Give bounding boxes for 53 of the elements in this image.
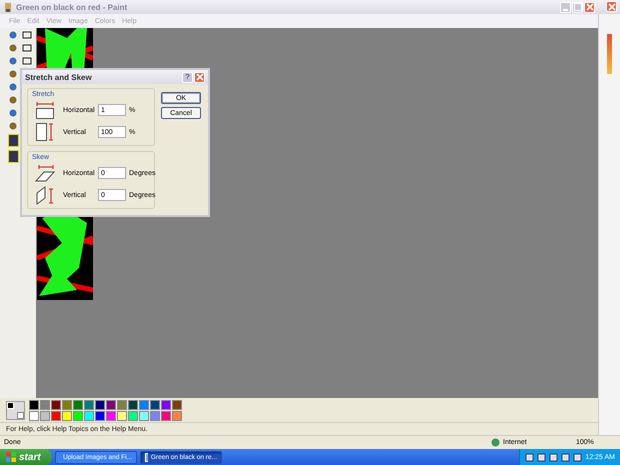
close-icon <box>608 2 616 10</box>
color-swatch[interactable] <box>95 410 105 420</box>
tool-option-icon[interactable] <box>8 134 19 147</box>
color-swatch[interactable] <box>161 400 171 410</box>
close-button[interactable] <box>194 72 205 82</box>
close-icon <box>586 3 594 11</box>
color-swatch[interactable] <box>150 410 160 420</box>
color-swatch[interactable] <box>51 400 61 410</box>
vertical-skew-icon <box>34 185 56 205</box>
tool-option-icon[interactable] <box>8 150 19 163</box>
color-swatch[interactable] <box>172 410 182 420</box>
color-swatch[interactable] <box>40 400 50 410</box>
globe-icon <box>491 438 500 447</box>
window-icon <box>145 452 148 462</box>
vertical-stretch-icon <box>34 122 56 142</box>
dialog-title: Stretch and Skew <box>25 72 92 82</box>
color-swatch[interactable] <box>84 410 94 420</box>
color-swatch[interactable] <box>40 410 50 420</box>
color-swatch[interactable] <box>106 410 116 420</box>
color-swatch[interactable] <box>84 400 94 410</box>
color-swatch[interactable] <box>139 400 149 410</box>
color-swatch[interactable] <box>117 400 127 410</box>
color-swatch[interactable] <box>29 410 39 420</box>
close-button[interactable] <box>584 2 595 12</box>
color-swatch[interactable] <box>128 410 138 420</box>
scroll-thumb[interactable] <box>607 34 612 74</box>
windows-logo-icon <box>6 452 16 462</box>
background-color-swatch[interactable] <box>17 412 24 418</box>
color-swatch[interactable] <box>106 400 116 410</box>
color-swatch[interactable] <box>62 410 72 420</box>
horizontal-stretch-icon <box>34 100 56 120</box>
color-swatch[interactable] <box>62 400 72 410</box>
foreground-color-swatch[interactable] <box>7 402 14 408</box>
close-icon <box>196 73 204 81</box>
color-swatch[interactable] <box>139 410 149 420</box>
maximize-icon <box>574 3 582 11</box>
current-colors[interactable] <box>6 400 25 420</box>
color-swatch[interactable] <box>117 410 127 420</box>
color-swatch[interactable] <box>128 400 138 410</box>
color-swatch[interactable] <box>95 400 105 410</box>
color-swatch[interactable] <box>161 410 171 420</box>
color-swatch[interactable] <box>29 400 39 410</box>
start-button[interactable]: start <box>0 449 52 465</box>
color-swatch[interactable] <box>51 410 61 420</box>
paint-icon <box>3 2 13 12</box>
scrollbar[interactable] <box>598 14 620 435</box>
color-swatch[interactable] <box>150 400 160 410</box>
close-button[interactable] <box>606 1 617 12</box>
color-swatch[interactable] <box>73 410 83 420</box>
window-title: Green on black on red - Paint <box>16 2 128 12</box>
color-swatch[interactable] <box>73 400 83 410</box>
horizontal-skew-icon <box>34 163 56 183</box>
color-swatch[interactable] <box>172 400 182 410</box>
